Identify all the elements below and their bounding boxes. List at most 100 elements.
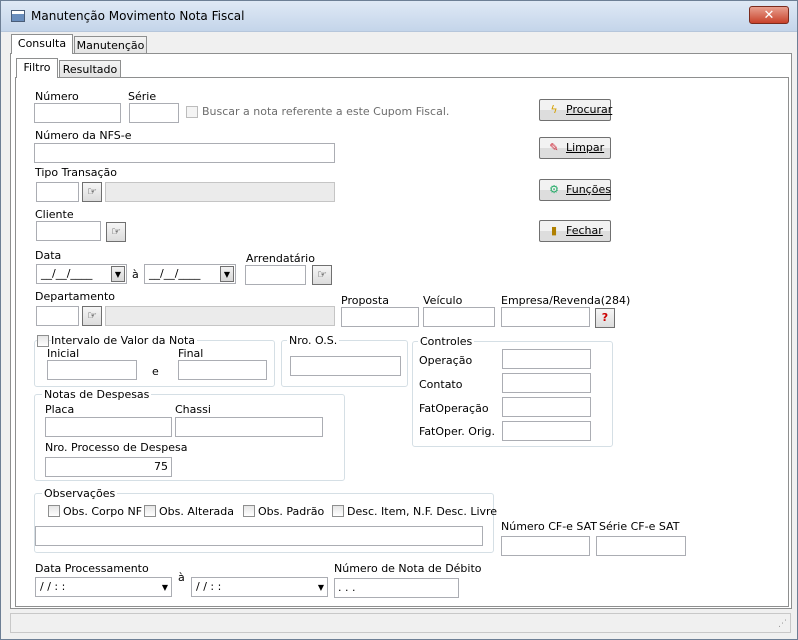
tab-resultado[interactable]: Resultado xyxy=(59,60,121,78)
departamento-label: Departamento xyxy=(35,290,116,303)
valor-inicial-input[interactable] xyxy=(47,360,137,380)
tab-manutencao[interactable]: Manutenção xyxy=(74,36,147,54)
nro-processo-label: Nro. Processo de Despesa xyxy=(45,441,188,454)
obs-alterada-label: Obs. Alterada xyxy=(159,505,235,518)
chevron-down-icon[interactable]: ▼ xyxy=(220,266,234,282)
operacao-input[interactable] xyxy=(502,349,591,369)
departamento-input[interactable] xyxy=(36,306,79,326)
arrendatario-label: Arrendatário xyxy=(246,252,315,265)
data-label: Data xyxy=(35,249,62,262)
numero-cfe-label: Número CF-e SAT xyxy=(501,520,598,533)
proc-inicio-value: / / : : xyxy=(40,580,66,593)
proc-a-label: à xyxy=(178,571,185,584)
obs-corpo-label: Obs. Corpo NF xyxy=(63,505,143,518)
arrendatario-lookup-icon[interactable]: ☞ xyxy=(312,265,332,285)
placa-label: Placa xyxy=(45,403,75,416)
desc-item-label: Desc. Item, N.F. Desc. Livre xyxy=(347,505,498,518)
nro-processo-input[interactable]: 75 xyxy=(45,457,172,477)
proposta-label: Proposta xyxy=(341,294,389,307)
fatoper-orig-label: FatOper. Orig. xyxy=(419,425,496,438)
fechar-button[interactable]: ▮ Fechar xyxy=(539,220,611,242)
status-bar: ⋰ xyxy=(10,613,791,633)
tipo-transacao-label: Tipo Transação xyxy=(35,166,117,179)
chevron-down-icon[interactable]: ▼ xyxy=(111,266,125,282)
chassi-label: Chassi xyxy=(175,403,211,416)
numero-label: Número xyxy=(35,90,79,103)
tab-filtro[interactable]: Filtro xyxy=(16,58,58,78)
lightning-icon: ϟ xyxy=(550,103,558,116)
inicial-label: Inicial xyxy=(47,347,80,360)
empresa-lookup-icon[interactable]: ? xyxy=(595,308,615,328)
resize-grip-icon[interactable]: ⋰ xyxy=(778,619,787,629)
tab-consulta[interactable]: Consulta xyxy=(11,34,73,54)
contato-label: Contato xyxy=(419,378,463,391)
proposta-input[interactable] xyxy=(341,307,419,327)
close-button[interactable]: ✕ xyxy=(749,6,789,24)
nro-os-label: Nro. O.S. xyxy=(287,334,340,347)
numero-nfse-input[interactable] xyxy=(34,143,335,163)
serie-cfe-input[interactable] xyxy=(596,536,686,556)
observacoes-input[interactable] xyxy=(35,526,483,546)
buscar-cupom-checkbox[interactable] xyxy=(186,106,198,118)
fechar-label: Fechar xyxy=(566,224,603,237)
main-window: Manutenção Movimento Nota Fiscal ✕ Consu… xyxy=(0,0,798,640)
tipo-transacao-input[interactable] xyxy=(36,182,79,202)
numero-nota-debito-label: Número de Nota de Débito xyxy=(334,562,482,575)
numero-nfse-label: Número da NFS-e xyxy=(35,129,132,142)
data-a-label: à xyxy=(132,268,139,281)
procurar-label: Procurar xyxy=(566,103,613,116)
numero-cfe-input[interactable] xyxy=(501,536,590,556)
proc-inicio-select[interactable]: / / : : ▼ xyxy=(35,577,172,597)
final-label: Final xyxy=(178,347,204,360)
functions-icon: ⚙ xyxy=(549,183,559,196)
contato-input[interactable] xyxy=(502,373,591,393)
empresa-revenda-label: Empresa/Revenda(284) xyxy=(501,294,631,307)
valor-final-input[interactable] xyxy=(178,360,267,380)
data-inicio-value: __/__/____ xyxy=(41,267,93,280)
intervalo-valor-label: Intervalo de Valor da Nota xyxy=(51,334,198,347)
obs-corpo-checkbox[interactable] xyxy=(48,505,60,517)
numero-input[interactable] xyxy=(34,103,121,123)
nro-os-input[interactable] xyxy=(290,356,401,376)
buscar-cupom-label: Buscar a nota referente a este Cupom Fis… xyxy=(202,105,450,118)
observacoes-label: Observações xyxy=(42,487,118,500)
serie-cfe-label: Série CF-e SAT xyxy=(599,520,680,533)
window-title: Manutenção Movimento Nota Fiscal xyxy=(31,9,245,23)
data-fim-select[interactable]: __/__/____ ▼ xyxy=(144,264,236,284)
obs-alterada-checkbox[interactable] xyxy=(144,505,156,517)
controles-label: Controles xyxy=(418,335,475,348)
limpar-button[interactable]: ✎ Limpar xyxy=(539,137,611,159)
data-inicio-select[interactable]: __/__/____ ▼ xyxy=(36,264,127,284)
departamento-desc xyxy=(105,306,335,326)
arrendatario-input[interactable] xyxy=(245,265,306,285)
fatoper-orig-input[interactable] xyxy=(502,421,591,441)
proc-fim-select[interactable]: / / : : ▼ xyxy=(191,577,328,597)
obs-padrao-checkbox[interactable] xyxy=(243,505,255,517)
notas-despesas-label: Notas de Despesas xyxy=(42,388,152,401)
fatoperacao-input[interactable] xyxy=(502,397,591,417)
departamento-lookup-icon[interactable]: ☞ xyxy=(82,306,102,326)
window-icon xyxy=(11,10,25,22)
serie-input[interactable] xyxy=(129,103,179,123)
veiculo-input[interactable] xyxy=(423,307,495,327)
door-icon: ▮ xyxy=(550,224,558,237)
intervalo-valor-checkbox[interactable] xyxy=(37,335,49,347)
chassi-input[interactable] xyxy=(175,417,323,437)
empresa-revenda-input[interactable] xyxy=(501,307,590,327)
chevron-down-icon[interactable]: ▼ xyxy=(162,579,168,597)
data-processamento-label: Data Processamento xyxy=(35,562,149,575)
operacao-label: Operação xyxy=(419,354,473,367)
desc-item-checkbox[interactable] xyxy=(332,505,344,517)
nota-debito-input[interactable]: . . . xyxy=(334,578,459,598)
cliente-input[interactable] xyxy=(36,221,101,241)
chevron-down-icon[interactable]: ▼ xyxy=(318,579,324,597)
funcoes-button[interactable]: ⚙ Funções xyxy=(539,179,611,201)
cliente-lookup-icon[interactable]: ☞ xyxy=(106,222,126,242)
procurar-button[interactable]: ϟ Procurar xyxy=(539,99,613,121)
placa-input[interactable] xyxy=(45,417,172,437)
funcoes-label: Funções xyxy=(566,183,611,196)
title-bar: Manutenção Movimento Nota Fiscal ✕ xyxy=(1,1,797,32)
tipo-transacao-lookup-icon[interactable]: ☞ xyxy=(82,182,102,202)
e-label: e xyxy=(152,365,159,378)
fatoperacao-label: FatOperação xyxy=(419,402,489,415)
